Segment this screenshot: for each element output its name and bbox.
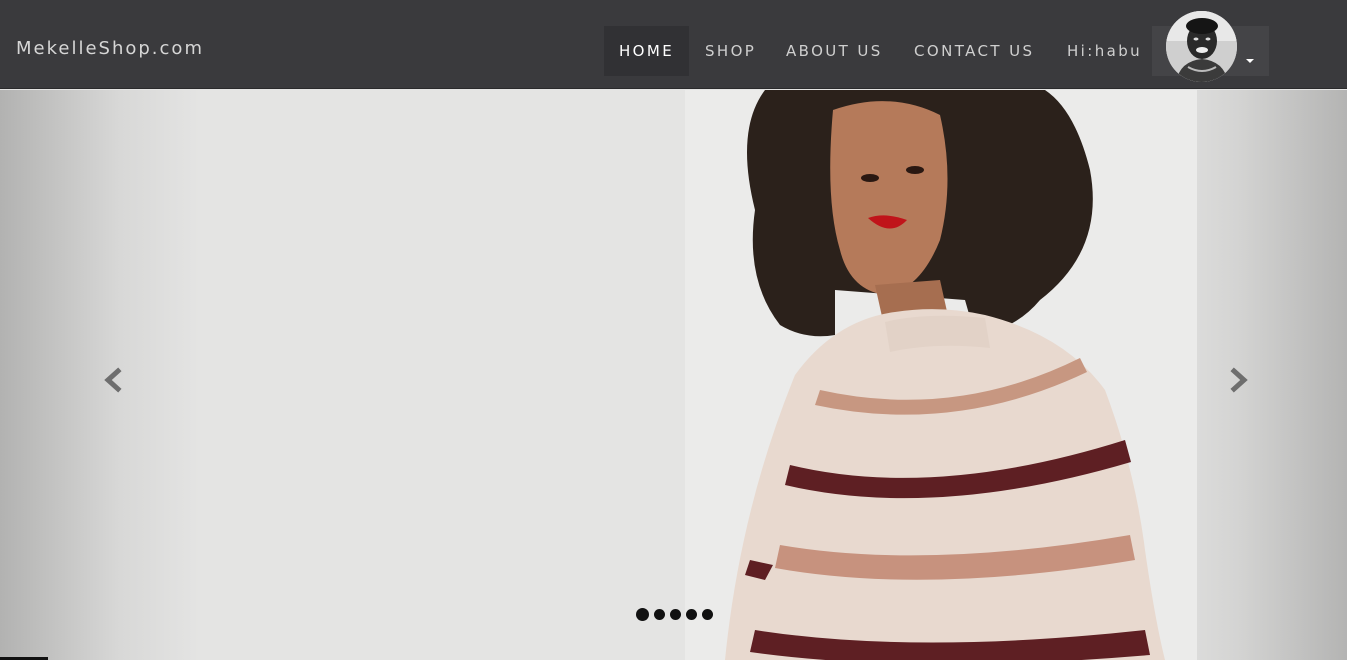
nav-shop[interactable]: SHOP [690,26,771,76]
nav-home[interactable]: HOME [604,26,690,76]
carousel-prev-control[interactable] [94,360,134,400]
nav-about-us[interactable]: ABOUT US [771,26,898,76]
top-navbar: MekelleShop.com HOME SHOP ABOUT US CONTA… [0,0,1347,89]
nav-contact-us[interactable]: CONTACT US [899,26,1049,76]
chevron-right-icon [1230,367,1248,393]
chevron-left-icon [104,367,122,393]
user-greeting[interactable]: Hi:habu [1052,26,1157,76]
carousel-next-control[interactable] [1218,360,1258,400]
carousel-indicator-5[interactable] [702,608,713,620]
brand-logo[interactable]: MekelleShop.com [16,38,204,59]
carousel-indicator-2[interactable] [654,608,665,620]
caret-down-icon[interactable] [1246,59,1254,63]
carousel-indicators [636,607,713,621]
carousel-indicator-3[interactable] [670,608,681,620]
carousel-indicator-1[interactable] [636,607,649,621]
carousel-indicator-4[interactable] [686,608,697,620]
hero-carousel [0,90,1347,660]
slide-image [685,90,1197,660]
user-avatar[interactable] [1166,11,1237,82]
